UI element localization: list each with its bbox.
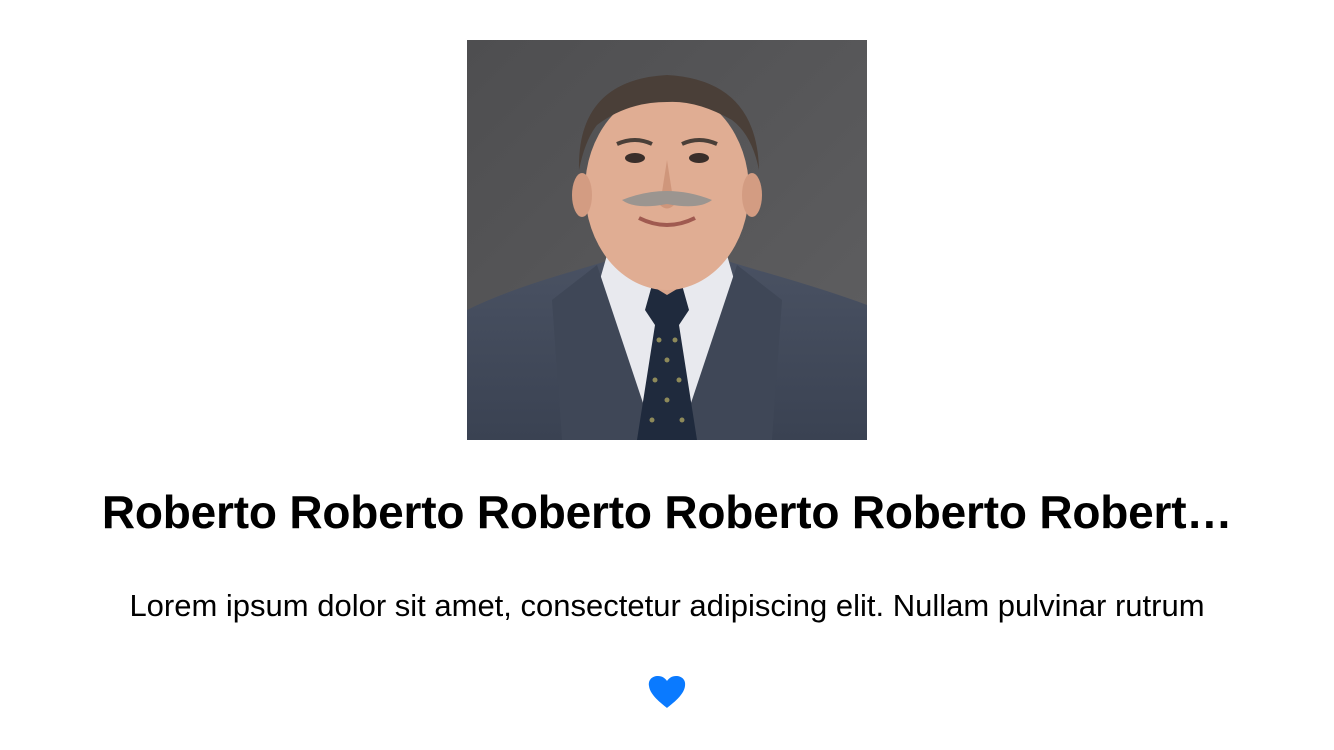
- profile-photo: [467, 40, 867, 440]
- like-button[interactable]: [643, 670, 691, 714]
- heart-icon: [648, 676, 686, 708]
- profile-description: Lorem ipsum dolor sit amet, consectetur …: [129, 588, 1205, 623]
- profile-name: Roberto Roberto Roberto Roberto Roberto …: [101, 486, 1233, 538]
